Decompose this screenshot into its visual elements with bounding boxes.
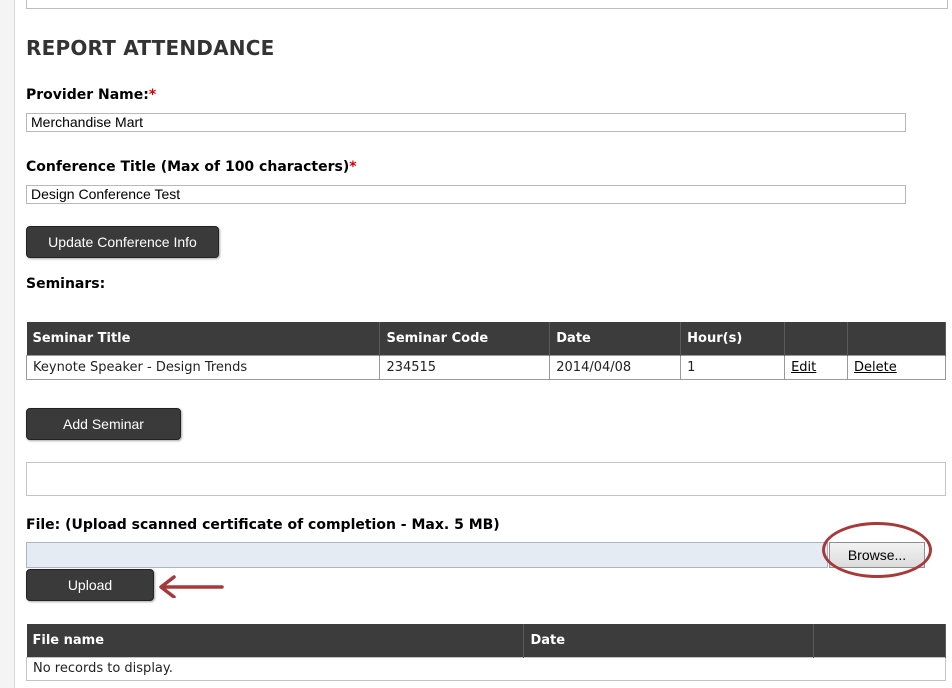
seminar-date-cell: 2014/04/08 bbox=[549, 354, 682, 380]
required-asterisk: * bbox=[349, 159, 357, 175]
column-header-hours: Hour(s) bbox=[680, 322, 786, 355]
provider-name-label: Provider Name:* bbox=[26, 87, 156, 103]
file-upload-label: File: (Upload scanned certificate of com… bbox=[26, 517, 500, 533]
file-path-input[interactable] bbox=[26, 542, 828, 568]
empty-section-box bbox=[26, 462, 946, 496]
add-seminar-button[interactable]: Add Seminar bbox=[26, 408, 181, 440]
column-header-file-actions bbox=[813, 624, 946, 657]
no-records-message: No records to display. bbox=[26, 656, 946, 681]
annotation-arrow-icon bbox=[159, 575, 224, 598]
edit-link[interactable]: Edit bbox=[791, 360, 816, 375]
conference-title-label: Conference Title (Max of 100 characters)… bbox=[26, 159, 357, 175]
browse-button[interactable]: Browse... bbox=[829, 542, 925, 568]
provider-name-input[interactable]: Merchandise Mart bbox=[26, 113, 906, 132]
conference-title-input[interactable]: Design Conference Test bbox=[26, 185, 906, 204]
files-table-header: File name Date bbox=[26, 624, 946, 657]
update-conference-button[interactable]: Update Conference Info bbox=[26, 226, 219, 258]
column-header-date: Date bbox=[549, 322, 682, 355]
column-header-file-name: File name bbox=[26, 624, 525, 657]
column-header-seminar-title: Seminar Title bbox=[26, 322, 381, 355]
seminars-label: Seminars: bbox=[26, 276, 106, 292]
column-header-delete bbox=[847, 322, 946, 355]
column-header-seminar-code: Seminar Code bbox=[379, 322, 551, 355]
delete-cell: Delete bbox=[847, 354, 946, 380]
required-asterisk: * bbox=[148, 87, 157, 103]
edit-cell: Edit bbox=[784, 354, 849, 380]
conference-title-label-text: Conference Title (Max of 100 characters) bbox=[26, 159, 350, 175]
table-row: Keynote Speaker - Design Trends 234515 2… bbox=[25, 354, 946, 380]
table-row: No records to display. bbox=[26, 656, 946, 681]
files-table: File name Date No records to display. bbox=[26, 624, 946, 681]
top-section-box bbox=[26, 0, 948, 9]
delete-link[interactable]: Delete bbox=[854, 360, 897, 375]
upload-button[interactable]: Upload bbox=[26, 569, 154, 601]
column-header-file-date: Date bbox=[523, 624, 815, 657]
seminar-code-cell: 234515 bbox=[379, 354, 551, 380]
seminars-table: Seminar Title Seminar Code Date Hour(s) … bbox=[25, 322, 946, 380]
seminar-title-cell: Keynote Speaker - Design Trends bbox=[25, 354, 381, 380]
page-title: REPORT ATTENDANCE bbox=[26, 36, 275, 60]
provider-name-label-text: Provider Name: bbox=[26, 87, 149, 103]
seminars-table-header: Seminar Title Seminar Code Date Hour(s) bbox=[26, 322, 946, 355]
column-header-edit bbox=[784, 322, 849, 355]
seminar-hours-cell: 1 bbox=[680, 354, 786, 380]
